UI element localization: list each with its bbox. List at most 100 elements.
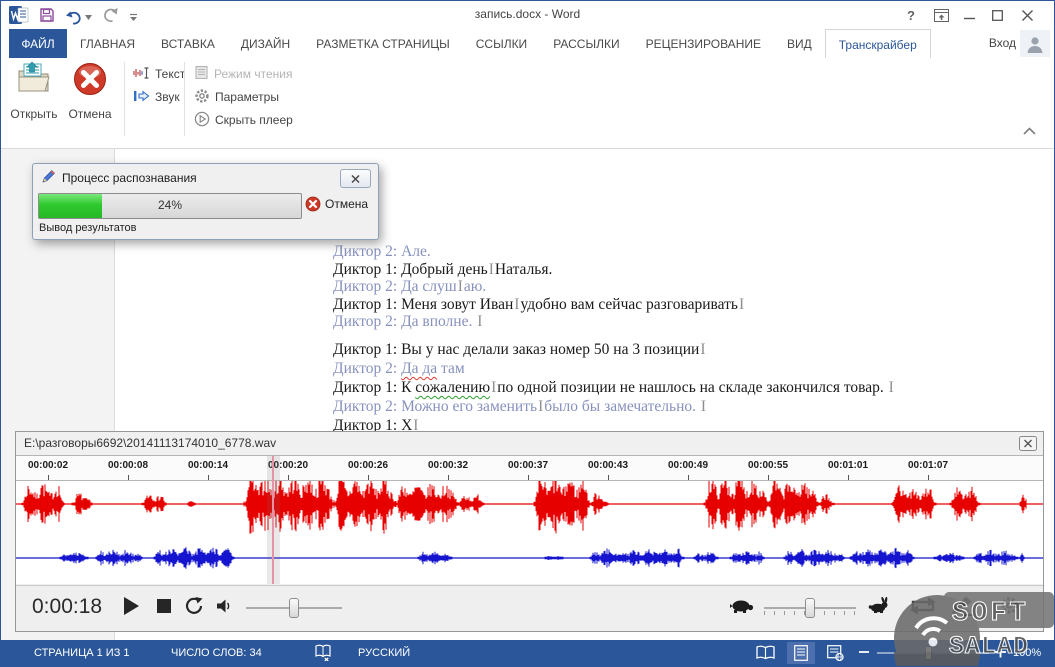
sign-in-link[interactable]: Вход — [989, 36, 1016, 50]
volume-slider[interactable] — [246, 598, 342, 618]
word-count[interactable]: ЧИСЛО СЛОВ: 34 — [171, 647, 262, 659]
group-separator — [124, 62, 125, 136]
tab-транскрайбер[interactable]: Транскрайбер — [824, 29, 931, 59]
play-button[interactable] — [122, 596, 140, 621]
hide-player-button[interactable]: Скрыть плеер — [194, 111, 293, 129]
transcript-line[interactable]: Диктор 2: Але. — [333, 243, 431, 261]
transcript-line[interactable]: Диктор 1: Добрый деньIНаталья. — [333, 261, 552, 279]
read-mode-label: Режим чтения — [214, 67, 293, 81]
edit-pencil-icon[interactable] — [950, 596, 974, 621]
dialog-cancel-label: Отмена — [325, 197, 369, 211]
ribbon-display-options-button[interactable] — [928, 5, 954, 25]
ruler-tick — [48, 475, 49, 480]
tab-рецензирование[interactable]: РЕЦЕНЗИРОВАНИЕ — [633, 29, 774, 58]
transcript-text: Диктор 1: Вы у нас делали заказ номер 50… — [333, 341, 700, 358]
speed-slider-thumb[interactable] — [805, 598, 815, 618]
ruler-tick — [288, 475, 289, 480]
ruler-timestamp: 00:00:02 — [27, 460, 69, 471]
waveform-display[interactable] — [16, 474, 1043, 584]
minimize-button[interactable] — [956, 5, 982, 25]
tab-главная[interactable]: ГЛАВНАЯ — [67, 29, 148, 58]
ruler-tick — [528, 475, 529, 480]
sound-button-label: Звук — [155, 90, 180, 104]
volume-icon[interactable] — [217, 599, 231, 618]
transcript-line[interactable]: Диктор 1: Меня зовут Иван Iудобно вам сей… — [333, 296, 745, 314]
ruler-tick — [848, 475, 849, 480]
zoom-level[interactable]: 100% — [1013, 647, 1041, 659]
transcript-line[interactable]: Диктор 1: К сожалению Iпо одной позиции н… — [333, 379, 895, 397]
volume-slider-thumb[interactable] — [289, 598, 299, 618]
ruler-tick — [928, 475, 929, 480]
ruler-timestamp: 00:01:07 — [907, 460, 949, 471]
transcript-text: было бы замечательно. — [544, 398, 700, 415]
help-button[interactable]: ? — [898, 5, 924, 25]
zoom-slider-thumb[interactable] — [925, 646, 932, 660]
transcript-line[interactable]: Диктор 2: Да слушIаю. — [333, 278, 486, 296]
window-title: запись.docx - Word — [474, 7, 581, 21]
player-close-button[interactable] — [1019, 436, 1037, 456]
transcript-line[interactable]: Диктор 2: Да вполне. I — [333, 313, 483, 331]
playhead-marker[interactable] — [267, 456, 280, 584]
ribbon-tabs: ГЛАВНАЯ ВСТАВКА ДИЗАЙН РАЗМЕТКА СТРАНИЦЫ ССЫ… — [67, 29, 931, 59]
zoom-slider[interactable] — [877, 652, 989, 654]
open-button[interactable]: Открыть — [7, 61, 61, 137]
repeat-button[interactable] — [184, 596, 204, 621]
transcript-line[interactable]: Диктор 1: Вы у нас делали заказ номер 50… — [333, 341, 706, 359]
cancel-button[interactable]: Отмена — [63, 61, 117, 137]
transcript-line[interactable]: Диктор 2: Да да там — [333, 360, 465, 378]
ruler-timestamp: 00:00:32 — [427, 460, 469, 471]
dialog-status-text: Вывод результатов — [39, 222, 137, 234]
speed-tick — [774, 611, 775, 615]
transcript-text: Диктор 2: Да слуш — [333, 278, 457, 295]
waveform-text-icon — [133, 65, 150, 84]
settings-gear-icon[interactable] — [1000, 596, 1019, 620]
tab-разметка-страницы[interactable]: РАЗМЕТКА СТРАНИЦЫ — [303, 29, 463, 58]
current-time-display: 0:00:18 — [32, 595, 103, 618]
speed-tick — [824, 611, 825, 615]
print-layout-view-button[interactable] — [787, 642, 815, 664]
zoom-out-button[interactable] — [859, 646, 869, 661]
tab-вид[interactable]: ВИД — [774, 29, 825, 58]
dialog-close-button[interactable] — [340, 169, 371, 188]
loop-selection-icon[interactable] — [909, 596, 937, 621]
player-controls: 0:00:18 — [16, 585, 1043, 631]
tab-рассылки[interactable]: РАССЫЛКИ — [540, 29, 632, 58]
tab-file[interactable]: ФАЙЛ — [9, 29, 67, 58]
transcript-text: Диктор 2: Можно его заменить — [333, 398, 538, 415]
collapse-ribbon-button[interactable] — [1023, 122, 1036, 140]
tab-ссылки[interactable]: ССЫЛКИ — [463, 29, 540, 58]
transcript-text: Наталья. — [494, 260, 553, 278]
status-bar: СТРАНИЦА 1 ИЗ 1 ЧИСЛО СЛОВ: 34 РУССКИЙ 1… — [1, 640, 1054, 666]
timeline-ruler[interactable]: 00:00:02 00:00:08 00:00:14 00:00:20 00:00:26… — [16, 455, 1043, 481]
options-label: Параметры — [215, 90, 279, 104]
ruler-timestamp: 00:00:26 — [347, 460, 389, 471]
read-mode-view-button[interactable] — [756, 645, 775, 663]
sound-button[interactable]: Звук — [133, 88, 180, 106]
proofing-errors-icon[interactable] — [314, 643, 332, 664]
tab-дизайн[interactable]: ДИЗАЙН — [228, 29, 303, 58]
maximize-button[interactable] — [984, 5, 1010, 25]
tab-вставка[interactable]: ВСТАВКА — [148, 29, 228, 58]
cancel-button-label: Отмена — [68, 107, 112, 121]
read-mode-button: Режим чтения — [194, 65, 292, 83]
channel-1-red-waveform — [21, 474, 1027, 534]
web-layout-view-button[interactable] — [827, 645, 844, 664]
close-button[interactable] — [1014, 5, 1040, 25]
text-cursor-mark: I — [457, 278, 463, 295]
transcript-text: Диктор 2: Але. — [333, 243, 431, 260]
fast-speed-rabbit-icon — [868, 596, 890, 618]
account-avatar[interactable] — [1020, 30, 1050, 57]
transcript-line[interactable]: Диктор 2: Можно его заменить Iбыло бы зам… — [333, 398, 707, 416]
stop-button[interactable] — [157, 599, 171, 618]
ruler-timestamp: 00:00:43 — [587, 460, 629, 471]
speed-slider[interactable] — [764, 598, 856, 618]
read-mode-icon — [194, 65, 209, 83]
dialog-cancel-button[interactable]: Отмена — [305, 196, 368, 212]
dialog-title-bar: Процесс распознавания — [41, 169, 197, 187]
page-indicator[interactable]: СТРАНИЦА 1 ИЗ 1 — [34, 647, 130, 659]
zoom-in-button[interactable] — [995, 646, 1006, 661]
language-indicator[interactable]: РУССКИЙ — [358, 647, 410, 659]
speed-tick — [844, 611, 845, 615]
text-button[interactable]: Текст — [133, 65, 185, 83]
options-button[interactable]: Параметры — [194, 88, 279, 106]
